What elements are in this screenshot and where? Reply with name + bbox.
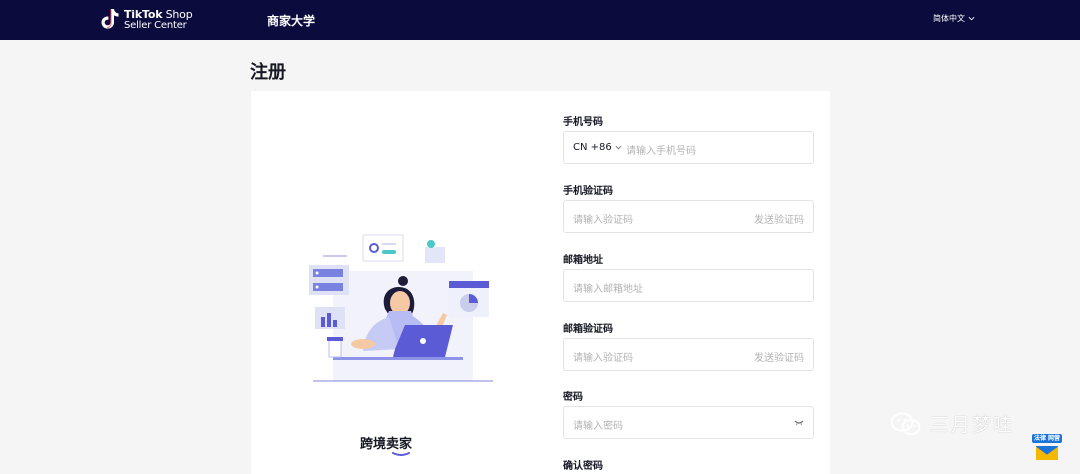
send-email-code-button[interactable]: 发送验证码	[754, 349, 804, 364]
country-code-value: CN +86	[573, 142, 612, 153]
send-phone-code-button[interactable]: 发送验证码	[754, 211, 804, 226]
email-label: 邮箱地址	[563, 255, 603, 266]
phone-label: 手机号码	[563, 117, 603, 128]
chevron-down-icon	[968, 16, 975, 21]
email-code-placeholder: 请输入验证码	[573, 353, 633, 364]
caption-underline-accent	[392, 452, 410, 456]
phone-code-field[interactable]: 请输入验证码 发送验证码	[563, 200, 814, 233]
chevron-down-icon	[615, 145, 622, 150]
password-field[interactable]: 请输入密码	[563, 406, 814, 439]
top-navigation-bar: TikTok Shop Seller Center 商家大学 简体中文	[0, 0, 1080, 40]
language-selector[interactable]: 简体中文	[933, 13, 975, 24]
corner-badge-text: 法律 网营	[1032, 434, 1062, 443]
phone-code-placeholder: 请输入验证码	[573, 215, 633, 226]
phone-field[interactable]: CN +86 请输入手机号码	[563, 131, 814, 164]
email-placeholder: 请输入邮箱地址	[573, 284, 643, 295]
phone-code-label: 手机验证码	[563, 186, 613, 197]
confirm-password-label: 确认密码	[563, 461, 603, 472]
tiktok-shop-logo[interactable]: TikTok Shop Seller Center	[100, 7, 200, 33]
nav-seller-university[interactable]: 商家大学	[267, 12, 315, 29]
watermark: 三月梦哇	[890, 410, 1014, 437]
seller-illustration	[309, 234, 493, 382]
language-label: 简体中文	[933, 14, 965, 23]
password-placeholder: 请输入密码	[573, 421, 623, 432]
watermark-text: 三月梦哇	[930, 414, 1015, 436]
country-code-select[interactable]: CN +86	[573, 142, 622, 153]
illustration-caption: 跨境卖家	[360, 437, 413, 452]
eye-closed-icon[interactable]	[794, 420, 804, 426]
email-code-label: 邮箱验证码	[563, 324, 613, 335]
envelope-icon	[1036, 446, 1058, 460]
register-card: 跨境卖家 手机号码 CN +86 请输入手机号码 手机验证码 请输入验证码 发送…	[251, 91, 830, 474]
email-code-field[interactable]: 请输入验证码 发送验证码	[563, 338, 814, 371]
phone-input-placeholder: 请输入手机号码	[626, 146, 696, 157]
tiktok-logo-icon	[101, 9, 119, 29]
logo-subtitle: Seller Center	[124, 20, 187, 31]
password-label: 密码	[563, 392, 583, 403]
corner-badge: 法律 网营	[1032, 434, 1062, 460]
wechat-icon	[890, 412, 921, 435]
page-title: 注册	[250, 62, 286, 83]
email-field[interactable]: 请输入邮箱地址	[563, 269, 814, 302]
